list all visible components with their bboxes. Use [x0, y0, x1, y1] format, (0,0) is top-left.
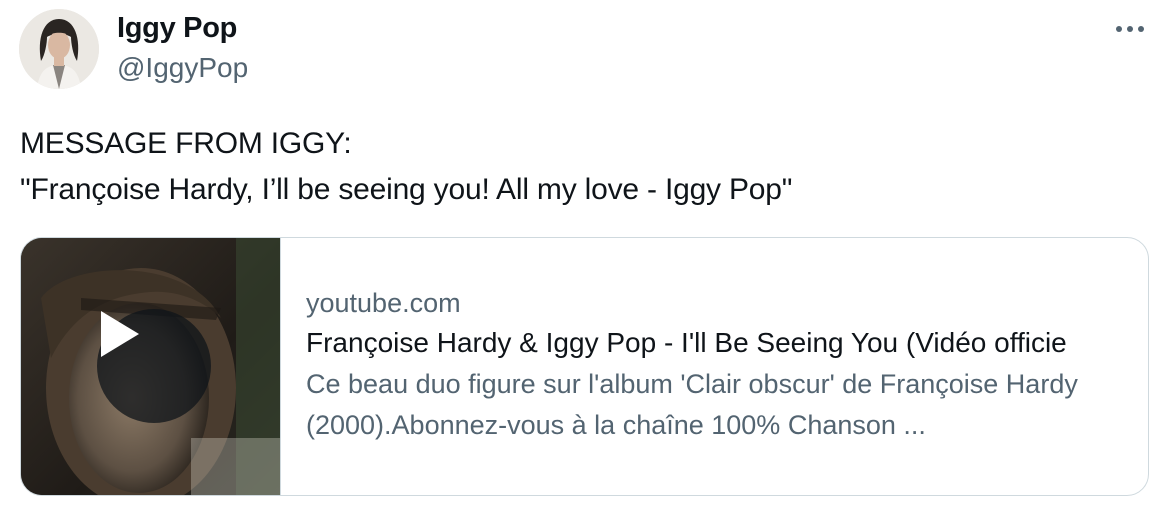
more-icon: [1116, 26, 1144, 32]
link-card[interactable]: youtube.com Françoise Hardy & Iggy Pop -…: [20, 237, 1149, 496]
card-title: Françoise Hardy & Iggy Pop - I'll Be See…: [306, 327, 1067, 358]
tweet: Iggy Pop @IggyPop MESSAGE FROM IGGY: "Fr…: [0, 0, 1174, 512]
card-description: Ce beau duo figure sur l'album 'Clair ob…: [306, 369, 1078, 440]
author-handle[interactable]: @IggyPop: [117, 50, 248, 86]
play-button[interactable]: [97, 309, 211, 423]
card-thumbnail[interactable]: [21, 238, 281, 495]
card-domain: youtube.com: [306, 288, 461, 318]
card-body[interactable]: youtube.com Françoise Hardy & Iggy Pop -…: [281, 238, 1148, 495]
tweet-text: MESSAGE FROM IGGY: "Françoise Hardy, I’l…: [20, 121, 1150, 213]
author-name[interactable]: Iggy Pop: [117, 10, 237, 46]
more-options-button[interactable]: [1108, 14, 1152, 44]
avatar[interactable]: [19, 9, 99, 89]
tweet-text-line: "Françoise Hardy, I’ll be seeing you! Al…: [20, 173, 793, 206]
tweet-text-line: MESSAGE FROM IGGY:: [20, 127, 352, 160]
play-icon: [101, 311, 139, 357]
